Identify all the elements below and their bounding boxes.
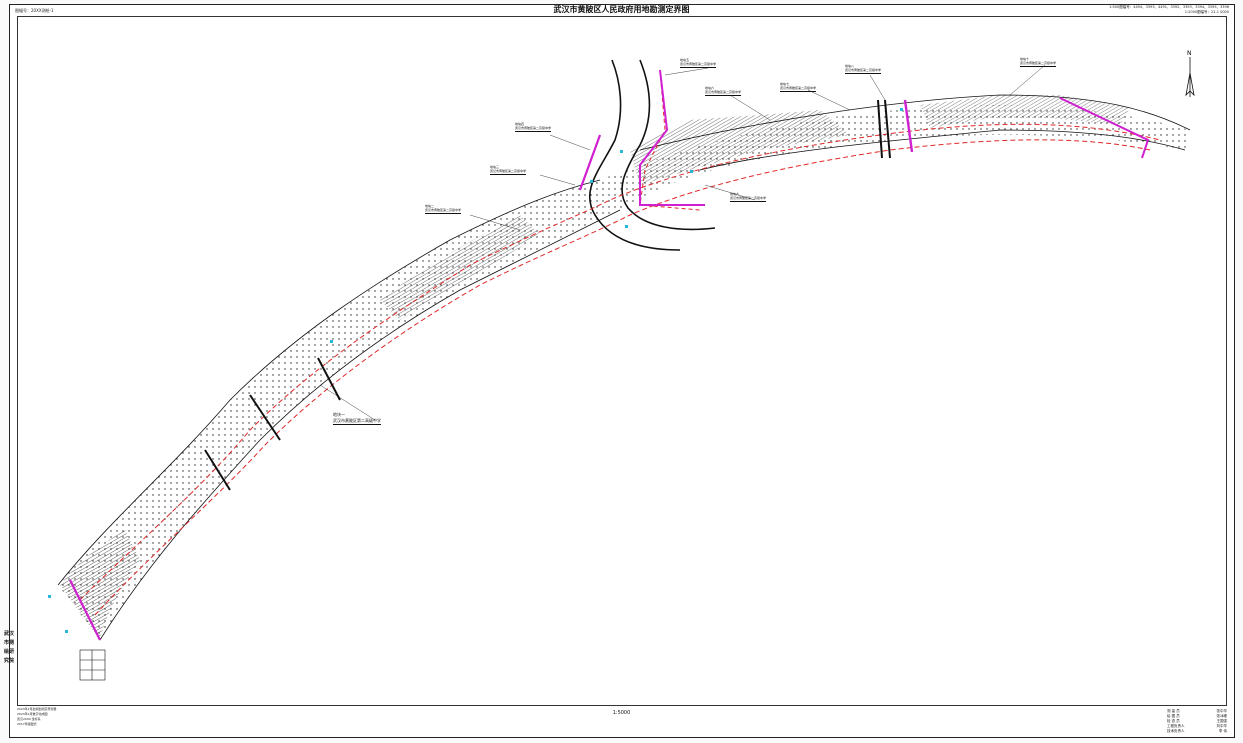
parcel-label: 地块五 武汉市黄陂区第二高级中学 xyxy=(680,58,717,68)
parcel-label: 地块七 武汉市黄陂区第二高级中学 xyxy=(780,82,817,92)
north-label: N xyxy=(1187,50,1192,57)
map-scale: 1:5000 xyxy=(612,710,631,716)
parcel-label: 地块九 武汉市黄陂区第二高级中学 xyxy=(730,192,767,202)
parcel-owner: 武汉市黄陂区第二高级中学 xyxy=(1020,61,1057,67)
parcel-label: 地块八 武汉市黄陂区第二高级中学 xyxy=(845,64,882,74)
parcel-owner: 武汉市黄陂区第二高级中学 xyxy=(490,169,527,175)
institute-name: 武汉市测绘研究院 xyxy=(4,631,15,664)
note-line: 2017年版图式 xyxy=(17,722,37,726)
parcel-label: 地块三 武汉市黄陂区第二高级中学 xyxy=(490,165,527,175)
corridor-edge xyxy=(99,209,621,641)
boundary-line xyxy=(79,123,1161,601)
survey-map[interactable] xyxy=(0,0,1243,743)
pier-structure xyxy=(79,649,106,681)
parcel-id: 地块一 xyxy=(333,412,345,417)
parcel-label: 地块一 武汉市黄陂区第二高级中学 xyxy=(333,412,381,425)
parcel-owner: 武汉市黄陂区第二高级中学 xyxy=(730,196,767,202)
survey-markers xyxy=(48,108,903,633)
sig-name: 李 伟 xyxy=(1218,729,1227,733)
signature-block: 测 量 员张中华 绘 图 员张冰峰 检 查 员王国强 工程负责人 刘中华 技术负责… xyxy=(1167,709,1227,734)
parcel-label: 地块十 武汉市黄陂区第二高级中学 xyxy=(1020,57,1057,67)
sig-role: 技术负责人 xyxy=(1167,729,1185,733)
signature-row: 技术负责人 李 伟 xyxy=(1167,729,1227,734)
section-cross-lines xyxy=(204,99,891,491)
parcel-owner: 武汉市黄陂区第二高级中学 xyxy=(515,126,552,132)
parcel-owner: 武汉市黄陂区第二高级中学 xyxy=(845,68,882,74)
parcel-owner: 武汉市黄陂区第二高级中学 xyxy=(425,208,462,214)
parcel-label: 地块四 武汉市黄陂区第二高级中学 xyxy=(515,122,552,132)
parcel-owner: 武汉市黄陂区第二高级中学 xyxy=(680,62,717,68)
parcel-owner: 武汉市黄陂区第二高级中学 xyxy=(780,86,817,92)
parcel-owner: 武汉市黄陂区第二高级中学 xyxy=(705,90,742,96)
map-sheet: 武汉市黄陂区人民政府用地勘测定界图 图幅号：20XX测绘-1 1:500图幅号：… xyxy=(0,0,1243,743)
parcel-owner: 武汉市黄陂区第二高级中学 xyxy=(333,418,381,425)
corridor-dotted-area xyxy=(58,105,1190,641)
parcel-label: 地块二 武汉市黄陂区第二高级中学 xyxy=(425,204,462,214)
parcel-label: 地块六 武汉市黄陂区第二高级中学 xyxy=(705,86,742,96)
